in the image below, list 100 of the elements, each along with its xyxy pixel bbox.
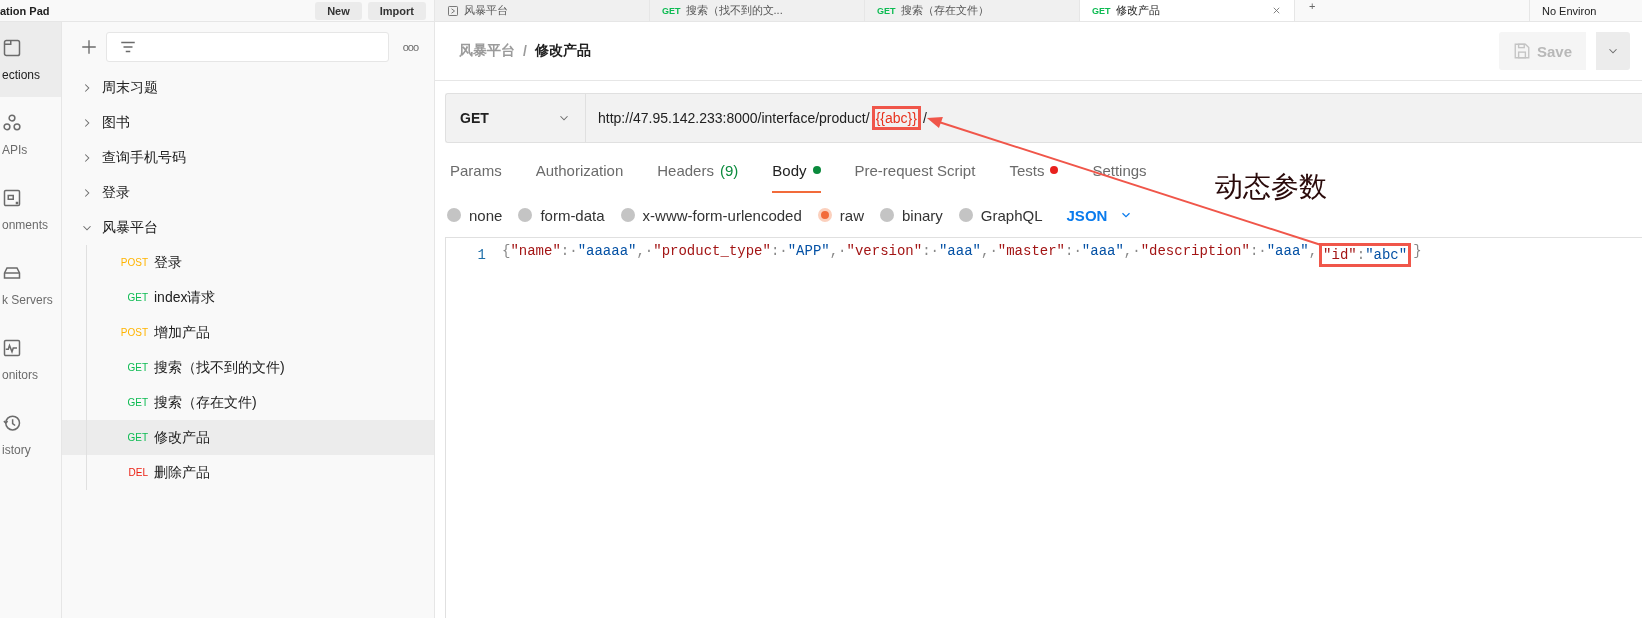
circles-icon [2,112,22,133]
radio-button[interactable] [518,208,533,222]
more-button[interactable]: ooo [396,41,424,53]
history-icon [2,412,22,433]
method-label: GET [126,362,148,373]
method-label: GET [877,5,896,16]
collection-item[interactable]: 登录 [62,175,434,210]
request-name: 登录 [154,253,182,272]
method-dropdown[interactable]: GET [446,94,586,142]
code-token: "version" [846,243,923,261]
rail-item[interactable]: istory [0,397,61,472]
code-token: ,· [1123,243,1141,261]
tab-title: 搜索（存在文件） [900,3,990,18]
save-options-button[interactable] [1596,32,1630,70]
environment-selector[interactable]: No Environ [1542,4,1597,17]
request-item[interactable]: GET index请求 [62,280,434,315]
rail-label: istory [2,442,32,457]
rail-label: onitors [2,367,40,382]
collection-item[interactable]: 风暴平台 [62,210,434,245]
request-option-tab[interactable]: Tests [1009,149,1059,193]
code-token: :· [1249,243,1267,261]
collection-name: 登录 [102,183,130,202]
request-name: 搜索（找不到的文件) [154,358,285,377]
code-token: ,· [636,243,654,261]
code-token: :· [770,243,788,261]
request-tab[interactable]: GET 修改产品 [1080,0,1295,21]
collection-item[interactable]: 图书 [62,105,434,140]
rail-label: APIs [2,142,29,157]
rail-item[interactable]: ections [0,22,61,97]
method-label: GET [662,5,681,16]
new-tab-button[interactable]: + [1295,0,1330,21]
request-option-tab[interactable]: Settings [1092,149,1147,193]
collection-icon [2,37,22,58]
request-name: index请求 [154,288,216,307]
annotation-label: 动态参数 [1215,170,1327,204]
request-tab[interactable]: GET 搜索（存在文件） [865,0,1080,21]
code-token: "aaa" [1266,243,1309,261]
rail-label: k Servers [2,292,54,307]
request-option-tab[interactable]: Headers (9) [657,149,739,193]
radio-button[interactable] [879,208,894,222]
collection-item[interactable]: 查询手机号码 [62,140,434,175]
filter-field[interactable] [106,32,389,62]
method-label: GET [126,292,148,303]
request-option-tab[interactable]: Body [772,149,821,193]
request-option-tab[interactable]: Pre-request Script [854,149,976,193]
code-token: "abc" [1365,247,1408,263]
rail-label: onments [2,217,50,232]
url-text[interactable]: / [922,110,927,126]
method-label: POST [120,257,148,268]
request-item[interactable]: GET 搜索（存在文件) [62,385,434,420]
request-tab[interactable]: 风暴平台 [435,0,650,21]
body-type-option[interactable]: binary [879,206,943,224]
code-token: :· [922,243,939,261]
tab-title: 修改产品 [1115,3,1161,18]
workspace-name[interactable]: ation Pad [0,4,310,17]
body-type-option[interactable]: none [447,206,503,224]
body-type-option[interactable]: GraphQL [958,206,1043,224]
code-token: "aaaaa" [577,243,637,261]
save-icon [1512,42,1531,60]
request-name: 删除产品 [154,463,210,482]
rail-item[interactable]: onments [0,172,61,247]
code-editor[interactable]: 1 {"name":·"aaaaa",·"product_type":·"APP",·"version":·"aaa",·"master":·"aaa",·"description":·"aaa", "id":"abc" } [445,237,1642,618]
body-type-option[interactable]: form-data [518,206,605,224]
url-text[interactable]: http://47.95.142.233:8000/interface/product/ [598,110,870,126]
code-token: :· [1065,243,1082,261]
rail-item[interactable]: k Servers [0,247,61,322]
import-button[interactable]: Import [367,1,426,20]
rail-item[interactable]: onitors [0,322,61,397]
code-token: ,· [829,243,847,261]
radio-button[interactable] [620,208,635,222]
radio-button[interactable] [817,208,832,222]
request-item[interactable]: POST 增加产品 [62,315,434,350]
new-button[interactable]: New [315,1,362,20]
format-dropdown[interactable]: JSON [1066,206,1134,224]
rail-item[interactable]: APIs [0,97,61,172]
collection-item[interactable]: 周末习题 [62,70,434,105]
code-token: } [1413,243,1422,261]
code-token: "product_type" [653,243,771,261]
request-option-tab[interactable]: Authorization [535,149,624,193]
code-token: "id" [1323,247,1357,263]
code-token: "aaa" [938,243,981,261]
breadcrumb-item: 修改产品 [534,42,591,60]
body-type-option[interactable]: x-www-form-urlencoded [620,206,802,224]
request-tab[interactable]: GET 搜索（找不到的文... [650,0,865,21]
collection-name: 周末习题 [102,78,158,97]
radio-button[interactable] [447,208,461,222]
body-type-option[interactable]: raw [817,206,864,224]
radio-button[interactable] [958,208,973,222]
request-item[interactable]: GET 修改产品 [62,420,434,455]
request-item[interactable]: GET 搜索（找不到的文件) [62,350,434,385]
request-name: 搜索（存在文件) [154,393,257,412]
request-item[interactable]: POST 登录 [62,245,434,280]
request-option-tab[interactable]: Params [450,149,502,193]
collection-name: 风暴平台 [102,218,158,237]
code-token: { [502,243,511,261]
code-token: , [1308,243,1318,261]
request-item[interactable]: DEL 删除产品 [62,455,434,490]
code-token: "master" [997,243,1065,261]
collection-name: 图书 [102,113,130,132]
code-token: "APP" [787,243,830,261]
